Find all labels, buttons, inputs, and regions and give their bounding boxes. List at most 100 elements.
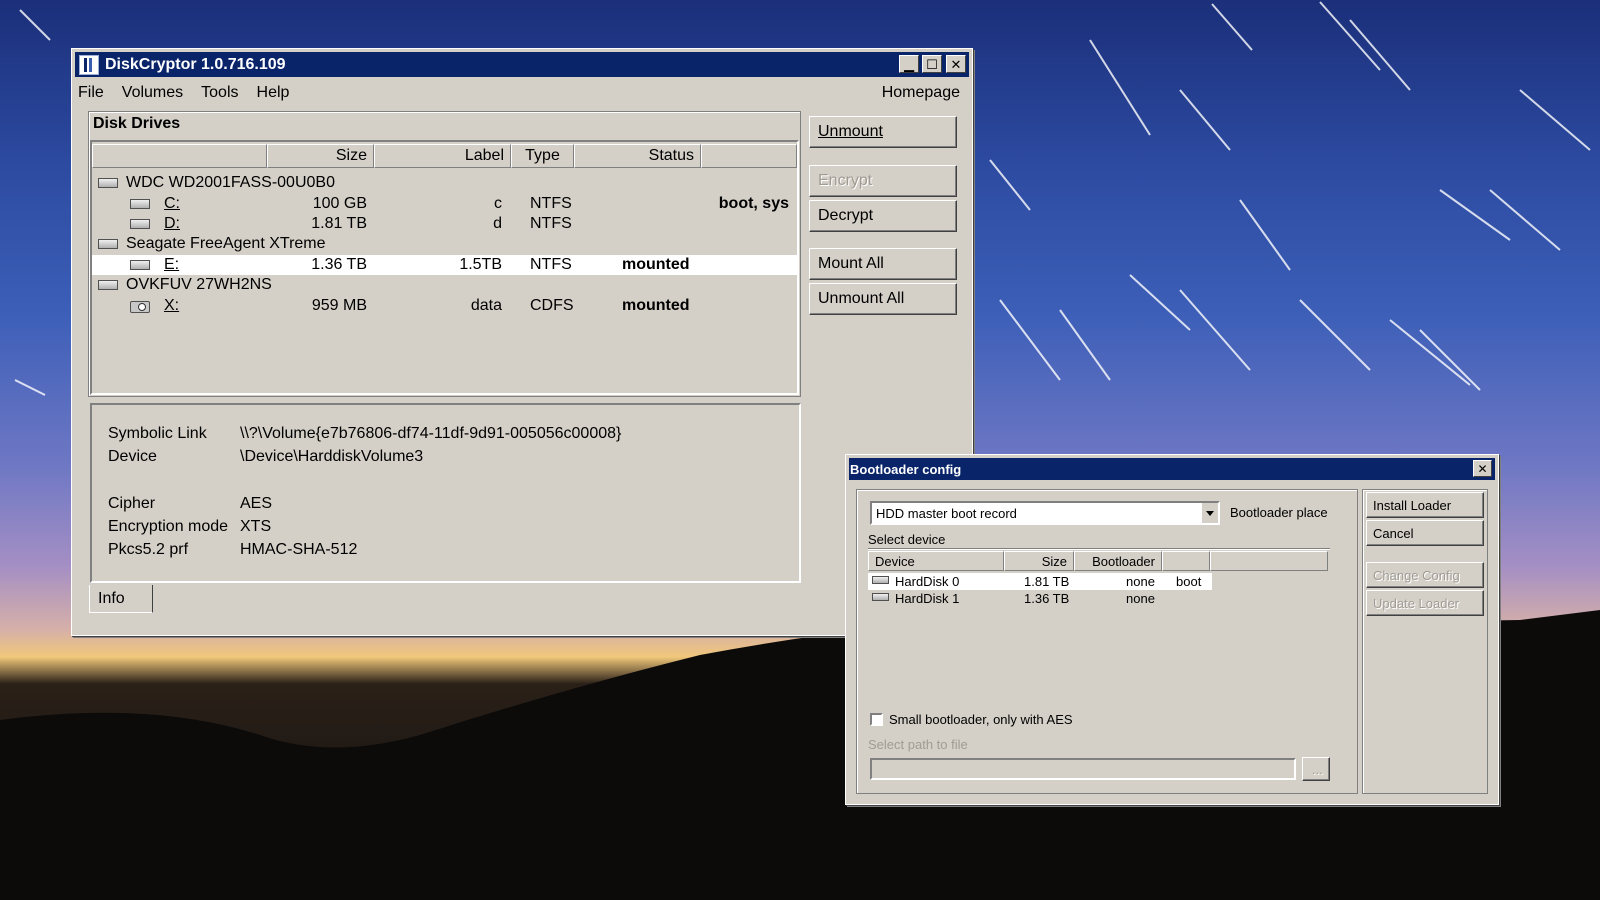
col-type[interactable]: Type bbox=[511, 144, 574, 168]
bootloader-place-value: HDD master boot record bbox=[876, 505, 1017, 521]
hard-disk-icon bbox=[872, 593, 889, 601]
device-bootloader: none bbox=[1126, 574, 1155, 589]
chevron-down-icon[interactable] bbox=[1201, 503, 1218, 523]
col-status[interactable]: Status bbox=[574, 144, 701, 168]
info-panel: Symbolic Link \\?\Volume{e7b76806-df74-1… bbox=[90, 403, 801, 583]
disk-row-wdc[interactable]: WDC WD2001FASS-00U0B0 bbox=[92, 173, 797, 193]
col-extra[interactable] bbox=[701, 144, 797, 168]
bootloader-titlebar[interactable]: Bootloader config ✕ bbox=[849, 458, 1495, 480]
device-label: Device bbox=[108, 448, 157, 465]
volume-label: data bbox=[470, 297, 502, 314]
col-label[interactable]: Label bbox=[374, 144, 511, 168]
volume-label: 1.5TB bbox=[459, 256, 502, 273]
volume-size: 1.36 TB bbox=[311, 256, 367, 273]
tab-info[interactable]: Info bbox=[89, 585, 153, 613]
main-titlebar[interactable]: DiskCryptor 1.0.716.109 ▁ ☐ ✕ bbox=[75, 52, 969, 77]
homepage-link[interactable]: Homepage bbox=[882, 84, 960, 102]
disk-name: OVKFUV 27WH2NS bbox=[126, 276, 272, 293]
col-name[interactable] bbox=[92, 144, 267, 168]
col-boot-extra[interactable] bbox=[1162, 551, 1210, 571]
device-name: HardDisk 1 bbox=[895, 591, 960, 606]
mode-label: Encryption mode bbox=[108, 518, 229, 535]
maximize-button[interactable]: ☐ bbox=[922, 55, 942, 73]
volume-label: d bbox=[493, 215, 502, 232]
col-device-size[interactable]: Size bbox=[1004, 551, 1074, 571]
path-input[interactable] bbox=[870, 758, 1296, 780]
bootloader-close-button[interactable]: ✕ bbox=[1473, 460, 1492, 477]
volume-row-d[interactable]: D: 1.81 TB d NTFS bbox=[92, 214, 797, 234]
col-bootloader[interactable]: Bootloader bbox=[1074, 551, 1162, 571]
cdrom-icon bbox=[130, 301, 150, 313]
menu-volumes[interactable]: Volumes bbox=[122, 84, 183, 102]
volume-flags: boot, sys bbox=[718, 195, 789, 212]
prf-label: Pkcs5.2 prf bbox=[108, 541, 189, 558]
update-loader-button[interactable]: Update Loader bbox=[1366, 590, 1484, 616]
device-list[interactable]: Device Size Bootloader HardDisk 0 1.81 T… bbox=[868, 551, 1332, 691]
device-size: 1.81 TB bbox=[1024, 574, 1070, 589]
drive-list-header: Size Label Type Status bbox=[92, 144, 797, 168]
volume-row-x[interactable]: X: 959 MB data CDFS mounted bbox=[92, 296, 797, 316]
symbolic-link-label: Symbolic Link bbox=[108, 425, 207, 442]
cipher-label: Cipher bbox=[108, 495, 156, 512]
hard-disk-icon bbox=[98, 239, 118, 249]
bootloader-place-select[interactable]: HDD master boot record bbox=[870, 501, 1220, 525]
close-button[interactable]: ✕ bbox=[946, 55, 966, 73]
diskcryptor-window: DiskCryptor 1.0.716.109 ▁ ☐ ✕ File Volum… bbox=[71, 48, 973, 636]
menubar: File Volumes Tools Help Homepage bbox=[78, 81, 966, 105]
main-title: DiskCryptor 1.0.716.109 bbox=[105, 55, 286, 73]
browse-button[interactable]: ... bbox=[1302, 757, 1330, 781]
volume-name: E: bbox=[164, 256, 180, 273]
mode-value: XTS bbox=[240, 518, 272, 535]
disk-row-seagate[interactable]: Seagate FreeAgent XTreme bbox=[92, 234, 797, 254]
mount-all-button[interactable]: Mount All bbox=[809, 248, 957, 280]
encrypt-button[interactable]: Encrypt bbox=[809, 165, 957, 197]
volume-status: mounted bbox=[622, 256, 690, 273]
disk-row-ovkfuv[interactable]: OVKFUV 27WH2NS bbox=[92, 275, 797, 295]
volume-size: 1.81 TB bbox=[311, 215, 367, 232]
device-row-harddisk1[interactable]: HardDisk 1 1.36 TB none bbox=[868, 590, 1212, 607]
volume-size: 100 GB bbox=[312, 195, 367, 212]
menu-tools[interactable]: Tools bbox=[201, 84, 238, 102]
disk-name: WDC WD2001FASS-00U0B0 bbox=[126, 174, 335, 191]
volume-icon bbox=[130, 260, 150, 270]
volume-size: 959 MB bbox=[311, 297, 367, 314]
decrypt-button[interactable]: Decrypt bbox=[809, 200, 957, 232]
col-device[interactable]: Device bbox=[868, 551, 1004, 571]
unmount-button[interactable]: Unmount bbox=[809, 116, 957, 148]
volume-name: C: bbox=[164, 195, 180, 212]
volume-type: CDFS bbox=[530, 297, 574, 314]
volume-name: X: bbox=[164, 297, 180, 314]
volume-row-e[interactable]: E: 1.36 TB 1.5TB NTFS mounted bbox=[92, 255, 797, 275]
bootloader-place-label: Bootloader place bbox=[1230, 505, 1328, 520]
volume-row-c[interactable]: C: 100 GB c NTFS boot, sys bbox=[92, 194, 797, 214]
small-bootloader-checkbox[interactable] bbox=[870, 713, 883, 726]
drive-list[interactable]: Size Label Type Status WDC WD2001FASS-00… bbox=[90, 140, 799, 395]
small-bootloader-label[interactable]: Small bootloader, only with AES bbox=[889, 712, 1073, 727]
hard-disk-icon bbox=[872, 576, 889, 584]
bootloader-config-dialog: Bootloader config ✕ HDD master boot reco… bbox=[845, 454, 1499, 805]
volume-label: c bbox=[494, 195, 502, 212]
disk-name: Seagate FreeAgent XTreme bbox=[126, 235, 326, 252]
hard-disk-icon bbox=[98, 178, 118, 188]
device-list-header: Device Size Bootloader bbox=[868, 551, 1328, 571]
device-bootloader: none bbox=[1126, 591, 1155, 606]
minimize-button[interactable]: ▁ bbox=[899, 55, 919, 73]
install-loader-button[interactable]: Install Loader bbox=[1366, 492, 1484, 518]
volume-status: mounted bbox=[622, 297, 690, 314]
unmount-all-button[interactable]: Unmount All bbox=[809, 283, 957, 315]
hard-disk-icon bbox=[98, 280, 118, 290]
device-size: 1.36 TB bbox=[1024, 591, 1070, 606]
cancel-button[interactable]: Cancel bbox=[1366, 520, 1484, 546]
col-size[interactable]: Size bbox=[267, 144, 374, 168]
menu-help[interactable]: Help bbox=[257, 84, 290, 102]
volume-icon bbox=[130, 199, 150, 209]
symbolic-link-value: \\?\Volume{e7b76806-df74-11df-9d91-00505… bbox=[240, 425, 622, 442]
device-name: HardDisk 0 bbox=[895, 574, 960, 589]
disk-drives-title: Disk Drives bbox=[93, 115, 181, 132]
menu-file[interactable]: File bbox=[78, 84, 104, 102]
prf-value: HMAC-SHA-512 bbox=[240, 541, 358, 558]
volume-type: NTFS bbox=[530, 256, 572, 273]
device-row-harddisk0[interactable]: HardDisk 0 1.81 TB none boot bbox=[868, 573, 1212, 590]
select-device-label: Select device bbox=[868, 532, 946, 547]
change-config-button[interactable]: Change Config bbox=[1366, 562, 1484, 588]
